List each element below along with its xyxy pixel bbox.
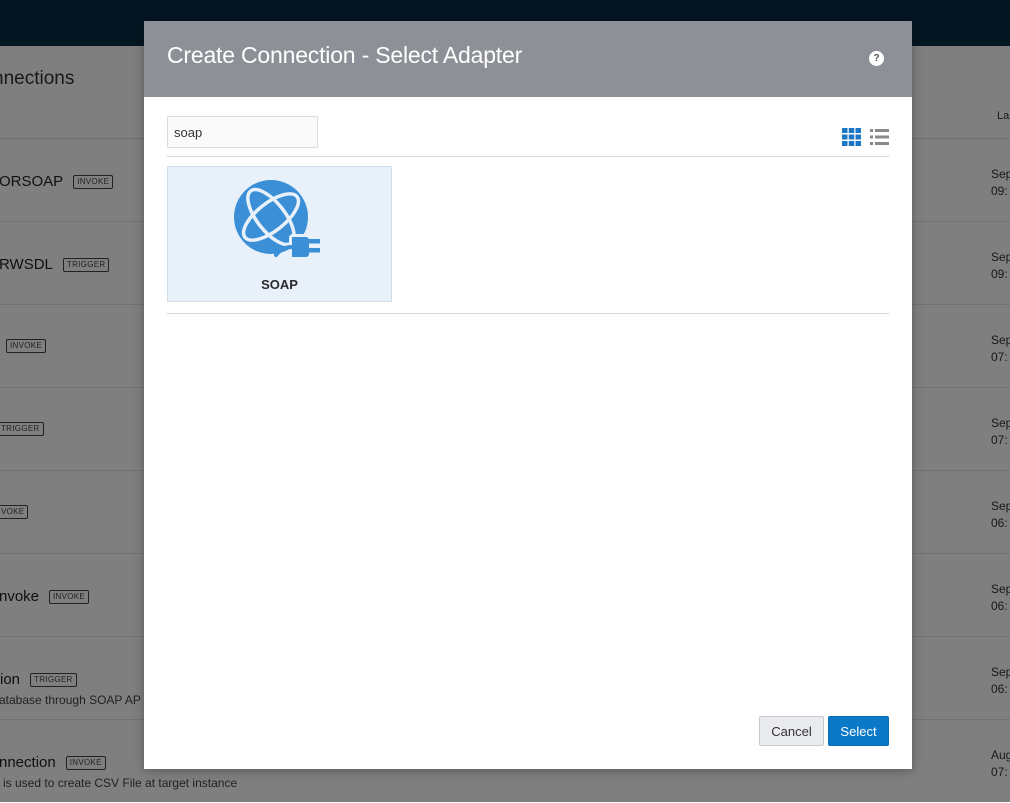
list-view-icon[interactable]	[870, 128, 889, 146]
select-adapter-dialog: Create Connection - Select Adapter ? soa…	[144, 21, 912, 769]
help-icon[interactable]: ?	[869, 51, 884, 66]
select-button[interactable]: Select	[828, 716, 889, 746]
adapter-search-input[interactable]	[167, 116, 318, 148]
adapter-label: SOAP	[261, 277, 298, 292]
dialog-header: Create Connection - Select Adapter ?	[144, 21, 912, 97]
dialog-title: Create Connection - Select Adapter	[167, 42, 523, 68]
results-divider	[167, 313, 889, 314]
grid-view-icon[interactable]	[842, 128, 861, 146]
cancel-button[interactable]: Cancel	[759, 716, 824, 746]
toolbar-divider	[167, 156, 889, 157]
adapter-card-soap[interactable]: SOAP	[167, 166, 392, 302]
soap-adapter-icon	[234, 180, 320, 258]
